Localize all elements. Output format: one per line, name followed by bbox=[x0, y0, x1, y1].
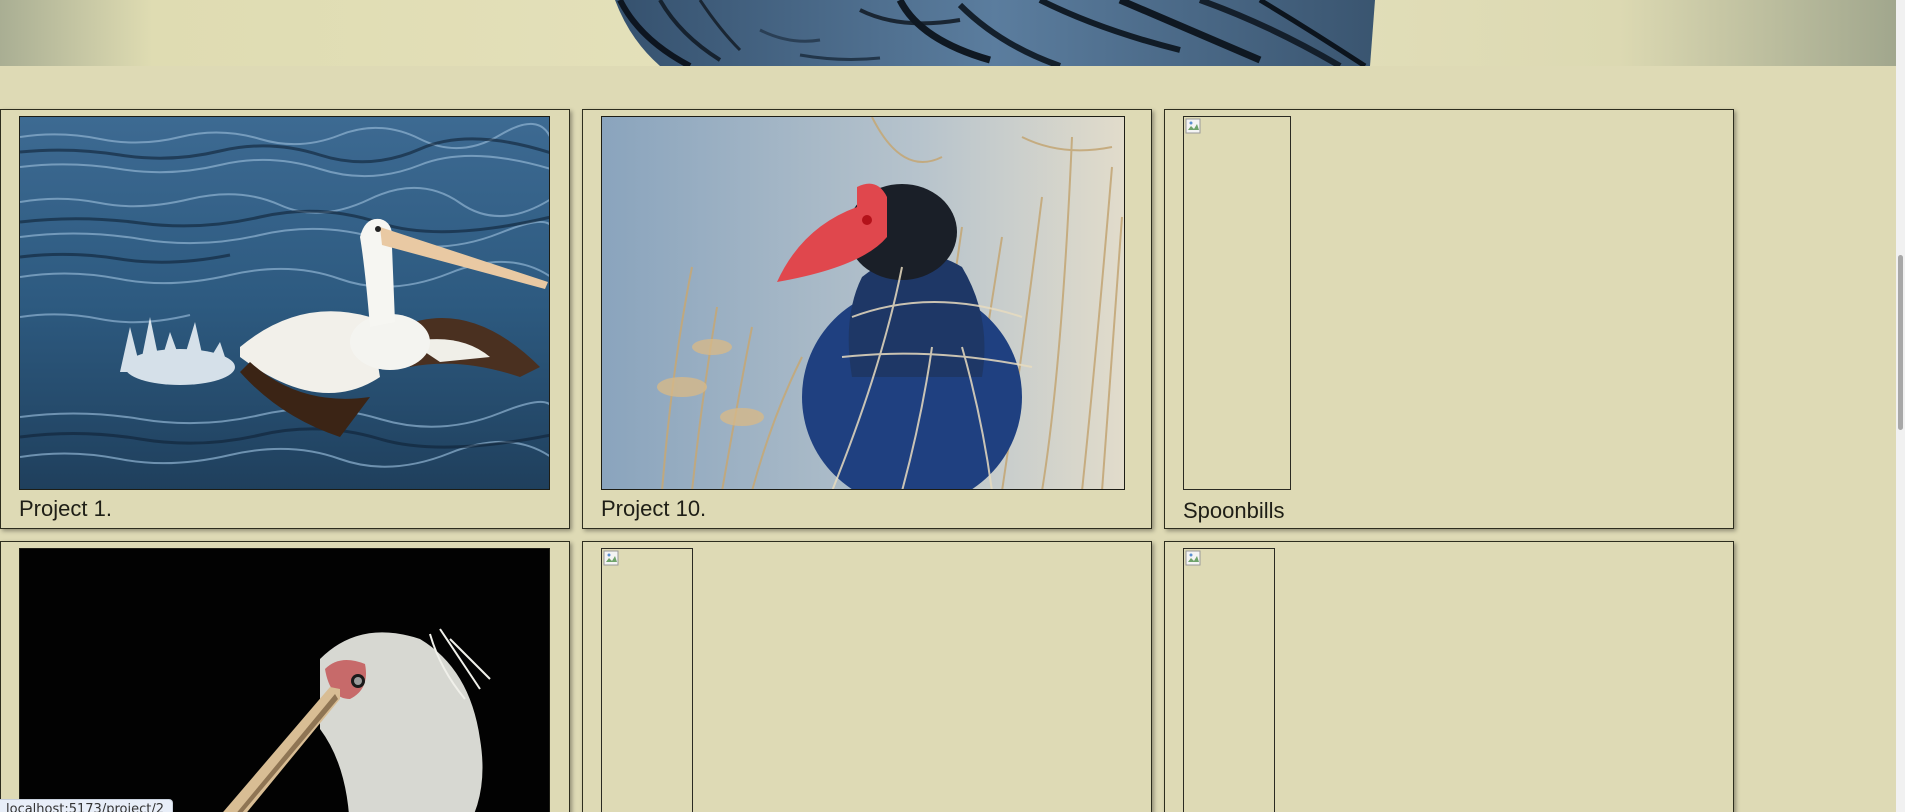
project-card[interactable]: Project 1. bbox=[0, 109, 570, 529]
project-caption: Project 1. bbox=[19, 496, 112, 521]
project-card[interactable] bbox=[1164, 541, 1734, 812]
pelican-taking-off-photo[interactable] bbox=[19, 116, 550, 490]
hero-bird-illustration bbox=[615, 0, 1375, 66]
purple-swamphen-photo[interactable] bbox=[601, 116, 1125, 490]
hero-banner bbox=[0, 0, 1905, 66]
project-card[interactable] bbox=[582, 541, 1152, 812]
project-card[interactable]: Project 10. bbox=[582, 109, 1152, 529]
broken-image-icon bbox=[1185, 550, 1201, 566]
broken-image[interactable] bbox=[1183, 116, 1291, 490]
project-caption: Project 10. bbox=[601, 496, 707, 521]
project-card[interactable] bbox=[0, 541, 570, 812]
scrollbar-thumb[interactable] bbox=[1898, 255, 1903, 430]
status-bar-url: localhost:5173/project/2 bbox=[0, 799, 173, 812]
broken-image-icon bbox=[603, 550, 619, 566]
project-card[interactable]: Spoonbills bbox=[1164, 109, 1734, 529]
vertical-scrollbar[interactable] bbox=[1896, 0, 1905, 812]
broken-image-icon bbox=[1185, 118, 1201, 134]
broken-image[interactable] bbox=[1183, 548, 1275, 812]
broken-image[interactable] bbox=[601, 548, 693, 812]
spoonbill-portrait-photo[interactable] bbox=[19, 548, 550, 812]
project-caption: Spoonbills bbox=[1183, 498, 1285, 523]
